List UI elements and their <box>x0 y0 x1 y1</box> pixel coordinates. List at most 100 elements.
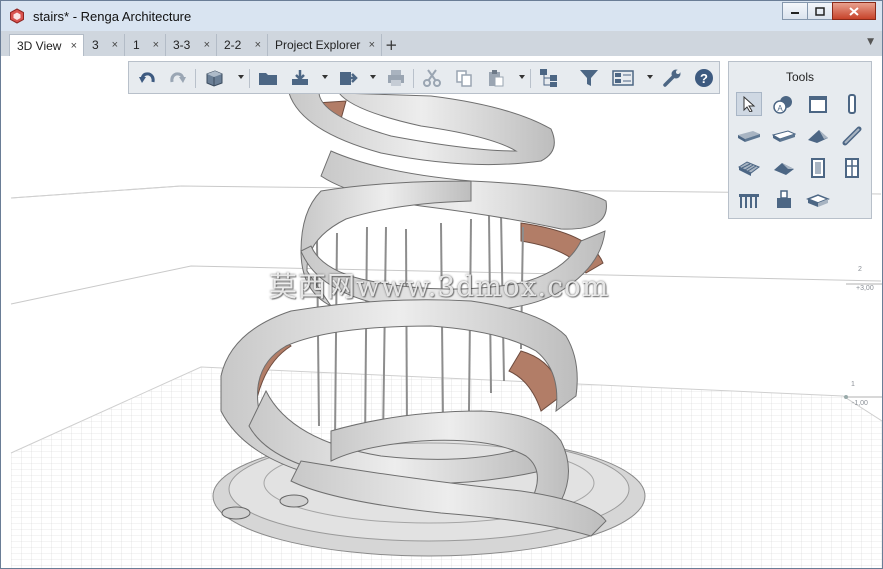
tab-label: 3 <box>92 38 99 52</box>
folder-icon <box>259 73 277 85</box>
import-dropdown-arrow[interactable] <box>322 75 328 79</box>
tab-label: 3-3 <box>173 38 191 52</box>
tab-close-icon[interactable]: × <box>153 39 159 51</box>
undo-button[interactable] <box>136 68 158 88</box>
renga-logo-icon <box>10 8 24 24</box>
minimize-icon <box>791 12 799 14</box>
redo-button[interactable] <box>167 68 189 88</box>
tools-panel: Tools A <box>728 61 872 219</box>
door-tool[interactable] <box>805 156 831 180</box>
import-icon <box>292 70 308 85</box>
display-dropdown-arrow[interactable] <box>647 75 653 79</box>
close-icon <box>849 6 859 16</box>
export-icon <box>340 72 358 85</box>
close-button[interactable] <box>832 2 876 20</box>
window-icon <box>845 158 859 178</box>
structure-icon <box>540 69 557 87</box>
beam-tool[interactable] <box>839 124 865 148</box>
paste-icon <box>489 70 504 87</box>
paste-button[interactable] <box>485 68 507 88</box>
window-controls <box>782 2 876 20</box>
help-button[interactable]: ? <box>693 68 715 88</box>
print-button[interactable] <box>385 68 407 88</box>
equipment-icon <box>777 190 791 208</box>
export-dropdown-arrow[interactable] <box>370 75 376 79</box>
view-dropdown-arrow[interactable] <box>238 75 244 79</box>
opening-icon <box>806 194 830 207</box>
level-markers <box>844 283 882 399</box>
redo-icon <box>170 72 186 83</box>
wall-tool[interactable] <box>805 92 831 116</box>
stair-tool[interactable] <box>736 156 762 180</box>
undo-icon <box>139 72 155 83</box>
print-icon <box>388 70 404 86</box>
tab-close-icon[interactable]: × <box>204 39 210 51</box>
view-cube-button[interactable] <box>203 68 225 88</box>
help-icon: ? <box>695 69 713 87</box>
paste-dropdown-arrow[interactable] <box>519 75 525 79</box>
tab-close-icon[interactable]: × <box>71 40 77 52</box>
door-icon <box>811 158 825 178</box>
railing-tool[interactable] <box>736 188 762 212</box>
floor-tool[interactable] <box>771 124 797 148</box>
level-1-label: 1 <box>851 381 855 388</box>
tab-label: 1 <box>133 38 140 52</box>
export-button[interactable] <box>337 68 359 88</box>
display-settings-icon <box>612 70 634 86</box>
opening-tool[interactable] <box>805 188 831 212</box>
slab-tool[interactable] <box>736 124 762 148</box>
roof-tool[interactable] <box>805 124 831 148</box>
structure-button[interactable] <box>538 68 560 88</box>
annotation-icon: A <box>773 96 792 114</box>
tab-label: 2-2 <box>224 38 242 52</box>
level-2-elevation: +3,00 <box>856 285 874 292</box>
equipment-tool[interactable] <box>771 188 797 212</box>
tab-close-icon[interactable]: × <box>369 39 375 51</box>
tab-project-explorer[interactable]: Project Explorer × <box>268 34 382 56</box>
maximize-icon <box>815 6 825 16</box>
tab-close-icon[interactable]: × <box>255 39 261 51</box>
tools-panel-title: Tools <box>785 70 814 84</box>
select-icon <box>743 96 756 112</box>
tab-close-icon[interactable]: × <box>112 39 118 51</box>
import-button[interactable] <box>289 68 311 88</box>
floor-icon <box>772 130 796 142</box>
display-settings-button[interactable] <box>612 68 634 88</box>
open-button[interactable] <box>257 68 279 88</box>
column-icon <box>848 94 856 114</box>
column-tool[interactable] <box>839 92 865 116</box>
copy-icon <box>456 70 472 87</box>
level-2-label: 2 <box>858 266 862 273</box>
svg-text:?: ? <box>700 71 708 86</box>
watermark: 莫西网www.3dmox.com <box>269 270 610 303</box>
tab-1[interactable]: 1 × <box>126 34 166 56</box>
copy-button[interactable] <box>453 68 475 88</box>
slab-icon <box>738 131 760 142</box>
beam-icon <box>842 126 862 146</box>
select-tool[interactable] <box>736 92 762 116</box>
title-bar[interactable]: stairs* - Renga Architecture <box>1 1 882 31</box>
document-tab-bar: 3D View × 3 × 1 × 3-3 × 2-2 × Project Ex… <box>1 31 882 57</box>
minimize-button[interactable] <box>782 2 808 20</box>
stair-icon <box>737 161 760 176</box>
tab-3d-view[interactable]: 3D View × <box>9 34 84 56</box>
filter-button[interactable] <box>578 68 600 88</box>
tab-3[interactable]: 3 × <box>85 34 125 56</box>
tab-label: Project Explorer <box>275 38 361 52</box>
window-tool[interactable] <box>839 156 865 180</box>
maximize-button[interactable] <box>807 2 833 20</box>
cut-button[interactable] <box>421 68 443 88</box>
wrench-icon <box>663 69 681 87</box>
tab-3-3[interactable]: 3-3 × <box>166 34 217 56</box>
level-1-elevation: -1,00 <box>852 400 868 407</box>
tab-2-2[interactable]: 2-2 × <box>217 34 268 56</box>
ramp-tool[interactable] <box>771 156 797 180</box>
add-tab-button[interactable]: + <box>385 36 398 54</box>
tab-list-dropdown[interactable]: ▼ <box>867 37 874 47</box>
cut-icon <box>423 69 441 87</box>
annotation-tool[interactable]: A <box>771 92 797 116</box>
app-window: stairs* - Renga Architecture 3D View × 3… <box>0 0 883 569</box>
settings-button[interactable] <box>661 68 683 88</box>
roof-icon <box>808 130 828 143</box>
window-title: stairs* - Renga Architecture <box>33 8 192 24</box>
